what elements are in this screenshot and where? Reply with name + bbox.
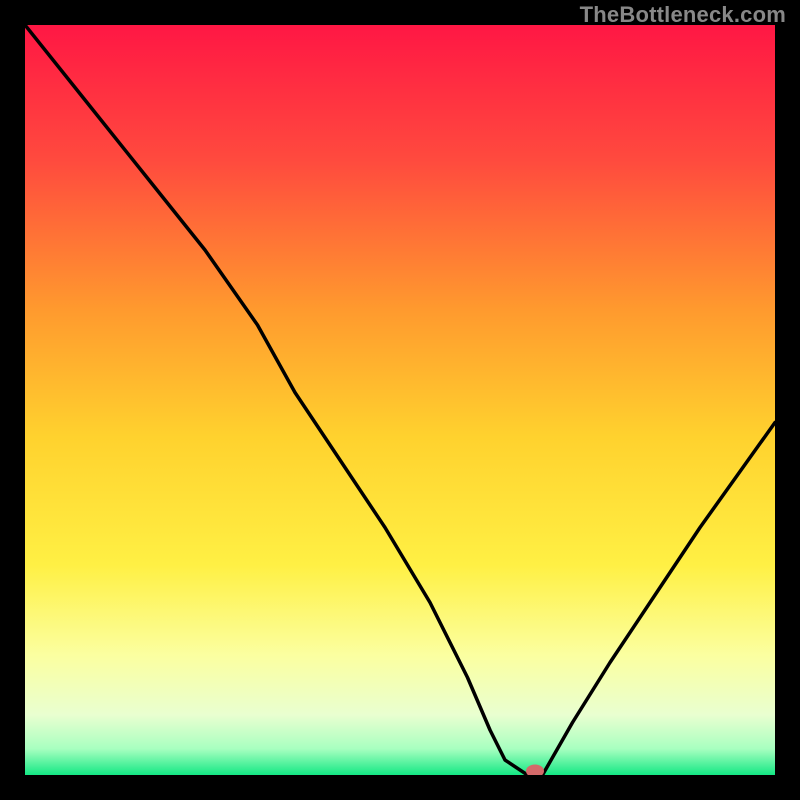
gradient-background (25, 25, 775, 775)
chart-frame: { "watermark": "TheBottleneck.com", "cha… (0, 0, 800, 800)
bottleneck-chart (25, 25, 775, 775)
